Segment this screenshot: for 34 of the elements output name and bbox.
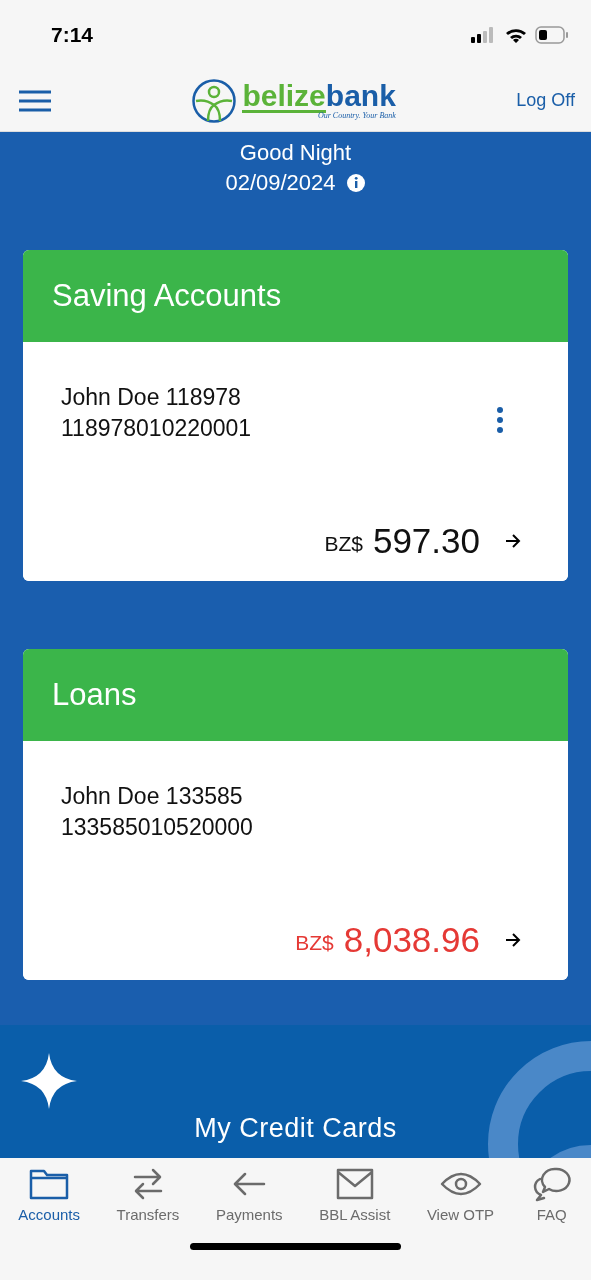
status-time: 7:14 — [51, 23, 94, 47]
currency-label: BZ$ — [295, 931, 334, 955]
nav-tab[interactable]: Payments — [215, 1166, 283, 1223]
nav-tab[interactable]: FAQ — [530, 1166, 573, 1223]
account-number: 118978010220001 — [61, 415, 252, 442]
right-arrow-icon[interactable] — [504, 533, 522, 549]
section-header: Loans — [23, 649, 568, 741]
info-icon[interactable] — [345, 173, 366, 193]
nav-tab[interactable]: BBL Assist — [319, 1166, 391, 1223]
wifi-icon — [505, 27, 527, 43]
right-arrow-icon[interactable] — [504, 932, 522, 948]
menu-icon[interactable] — [18, 89, 52, 112]
brand-name-right: bank — [325, 81, 396, 112]
log-off-link[interactable]: Log Off — [516, 90, 575, 111]
account-name: John Doe 133585 — [61, 783, 244, 810]
nav-tab[interactable]: Transfers — [116, 1166, 180, 1223]
account-number: 133585010520000 — [61, 814, 253, 841]
promo-banner[interactable]: My Credit Cards — [0, 1025, 591, 1158]
currency-label: BZ$ — [324, 532, 363, 556]
section-header: Saving Accounts — [23, 250, 568, 342]
person-circle-logo-icon — [192, 78, 237, 123]
nav-tab[interactable]: Accounts — [18, 1166, 80, 1223]
more-options-icon[interactable] — [496, 406, 504, 434]
account-name: John Doe 118978 — [61, 384, 242, 411]
battery-icon — [535, 26, 569, 44]
sparkle-icon — [21, 1053, 77, 1109]
promo-title: My Credit Cards — [194, 1113, 397, 1144]
balance-amount: 8,038.96 — [343, 920, 480, 960]
nav-tab[interactable]: View OTP — [426, 1166, 495, 1223]
greeting-text: Good Night — [239, 140, 352, 166]
brand-tagline: Our Country. Your Bank — [317, 110, 396, 120]
brand-name-left: belize — [242, 81, 326, 113]
date-text: 02/09/2024 — [225, 170, 336, 196]
balance-amount: 597.30 — [372, 521, 480, 561]
